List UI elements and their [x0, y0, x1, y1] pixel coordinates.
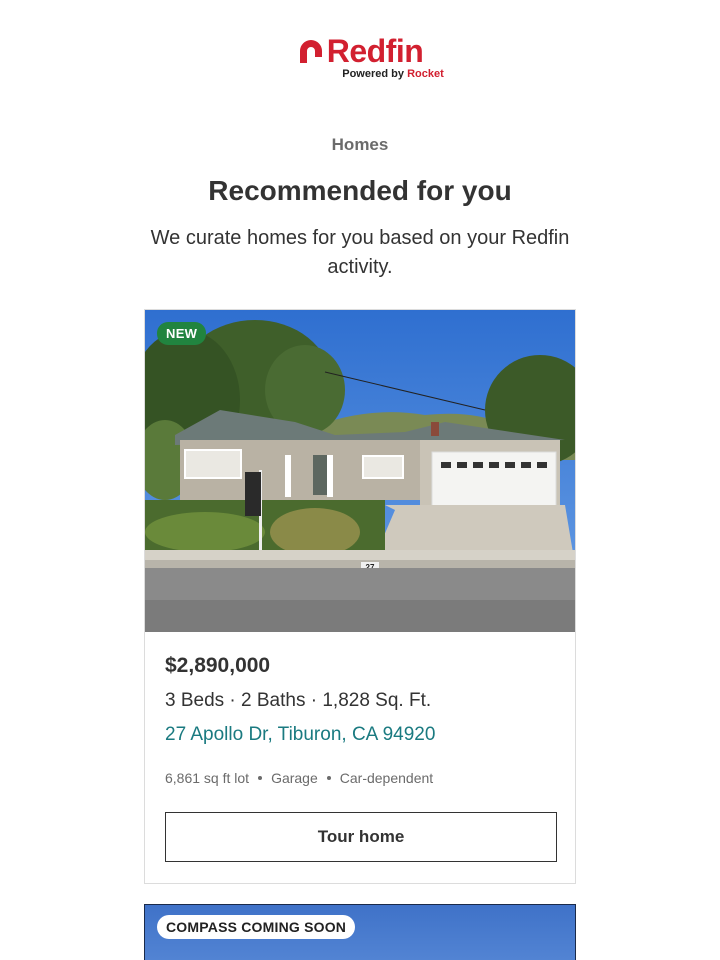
feature-garage: Garage — [271, 770, 318, 786]
listing-card[interactable]: COMPASS COMING SOON — [144, 904, 576, 960]
listing-features: 6,861 sq ft lot Garage Car-dependent — [165, 769, 555, 787]
listing-specs: 3 Beds · 2 Baths · 1,828 Sq. Ft. — [165, 690, 432, 711]
redfin-logo[interactable]: Redfin Powered by Rocket — [0, 33, 720, 80]
tour-home-button[interactable]: Tour home — [165, 812, 557, 862]
listing-price: $2,890,000 — [165, 654, 271, 677]
page-title: Recommended for you — [208, 175, 512, 206]
bullet-separator-icon — [326, 776, 331, 780]
coming-soon-badge: COMPASS COMING SOON — [157, 915, 356, 939]
page-subtitle: We curate homes for you based on your Re… — [150, 227, 570, 278]
feature-lot-size: 6,861 sq ft lot — [165, 770, 250, 786]
brand-tagline: Powered by Rocket — [342, 68, 444, 80]
feature-walkability: Car-dependent — [339, 770, 434, 786]
listing-address-link[interactable]: 27 Apollo Dr, Tiburon, CA 94920 — [165, 723, 555, 747]
brand-name: Redfin — [326, 33, 424, 69]
redfin-logo-icon — [299, 40, 322, 63]
listing-photo[interactable]: 27 NEW — [145, 310, 575, 632]
house-photo-illustration: 27 — [145, 310, 575, 632]
listing-card[interactable]: 27 NEW $2,890,000 3 Beds · 2 Baths · 1,8… — [144, 309, 576, 884]
section-header: Homes Recommended for you We curate home… — [0, 134, 720, 282]
section-eyebrow: Homes — [331, 135, 389, 154]
new-listing-badge: NEW — [157, 322, 207, 345]
bullet-separator-icon — [258, 776, 263, 780]
listing-details: $2,890,000 3 Beds · 2 Baths · 1,828 Sq. … — [145, 632, 575, 862]
tagline-prefix: Powered by — [342, 68, 404, 80]
tagline-partner: Rocket — [407, 68, 444, 80]
